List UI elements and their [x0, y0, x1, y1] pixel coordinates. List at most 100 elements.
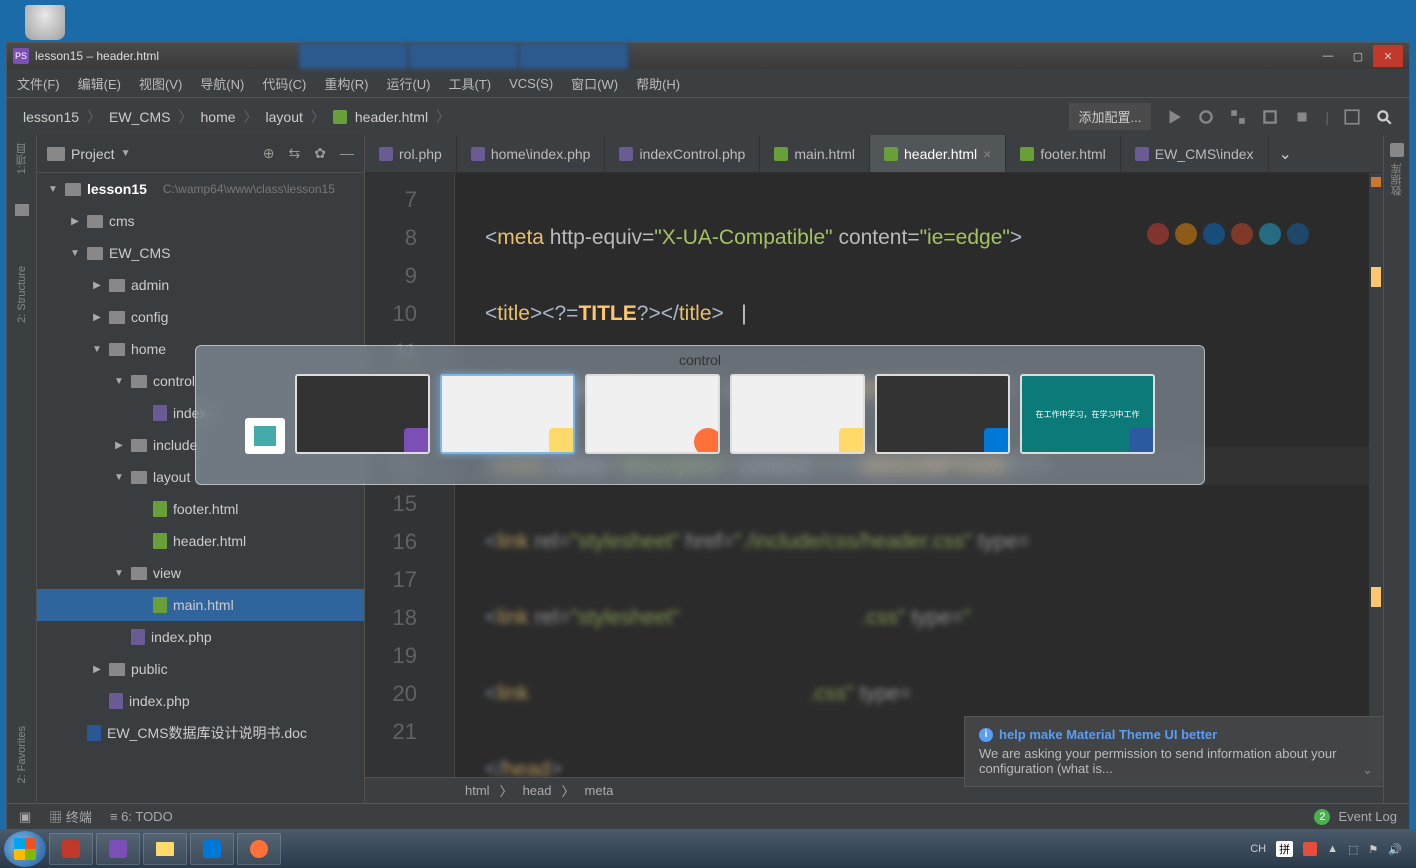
menu-window[interactable]: 窗口(W) [571, 74, 618, 93]
tabs-overflow-icon[interactable]: ⌄ [1269, 135, 1302, 172]
collapse-icon[interactable]: ⇆ [289, 145, 301, 162]
speaker-icon[interactable]: 🔊 [1388, 843, 1402, 856]
menu-help[interactable]: 帮助(H) [636, 74, 680, 93]
error-stripe[interactable] [1369, 173, 1383, 777]
status-tool-icon[interactable]: ▣ [19, 809, 31, 825]
ime-icon[interactable]: CH [1250, 843, 1266, 855]
breadcrumb-item[interactable]: layout [266, 109, 303, 125]
editor-tab[interactable]: header.html × [870, 135, 1006, 172]
menu-vcs[interactable]: VCS(S) [509, 76, 553, 91]
menu-code[interactable]: 代码(C) [262, 74, 306, 93]
alt-tab-item[interactable] [585, 374, 720, 454]
menu-refactor[interactable]: 重构(R) [324, 74, 368, 93]
dropdown-icon[interactable]: ▼ [121, 148, 131, 159]
run-icon[interactable] [1165, 108, 1183, 126]
menu-tools[interactable]: 工具(T) [448, 74, 491, 93]
breadcrumb-item[interactable]: home [201, 109, 236, 125]
folder-mini-icon[interactable] [15, 204, 29, 216]
breadcrumb-item[interactable]: header.html [355, 109, 428, 125]
tree-item-label: footer.html [173, 501, 238, 517]
task-item[interactable] [143, 833, 187, 865]
profiler-icon[interactable] [1261, 108, 1279, 126]
target-icon[interactable]: ⊕ [263, 145, 275, 162]
editor-tab[interactable]: home\index.php [457, 135, 606, 172]
file-icon [109, 693, 123, 709]
layout-icon[interactable] [1343, 108, 1361, 126]
run-config-button[interactable]: 添加配置... [1069, 103, 1152, 130]
tree-root[interactable]: lesson15 [87, 181, 147, 197]
tree-item[interactable]: index.php [37, 685, 364, 717]
editor-tabs: rol.phphome\index.phpindexControl.phpmai… [365, 135, 1383, 173]
alt-tab-item[interactable]: 在工作中学习，在学习中工作 [1020, 374, 1155, 454]
tree-item[interactable]: ▶admin [37, 269, 364, 301]
system-tray[interactable]: CH 拼 ▲ ⬚ ⚑ 🔊 [1250, 841, 1412, 857]
task-item[interactable] [49, 833, 93, 865]
stop-icon[interactable] [1293, 108, 1311, 126]
code-breadcrumb-item[interactable]: meta [585, 783, 614, 798]
tree-item[interactable]: ▶config [37, 301, 364, 333]
search-icon[interactable] [1375, 108, 1393, 126]
minimize-button[interactable]: — [1313, 45, 1343, 67]
alt-tab-item[interactable] [730, 374, 865, 454]
tree-item[interactable]: ▶cms [37, 205, 364, 237]
task-item[interactable] [237, 833, 281, 865]
close-icon[interactable]: × [983, 146, 991, 162]
alt-tab-item[interactable] [295, 374, 430, 454]
tree-item[interactable]: footer.html [37, 493, 364, 525]
tree-item[interactable]: main.html [37, 589, 364, 621]
todo-tab[interactable]: ≡ 6: TODO [110, 809, 173, 824]
tree-item[interactable]: EW_CMS数据库设计说明书.doc [37, 717, 364, 749]
chevron-down-icon[interactable]: ⌄ [1362, 762, 1373, 778]
code-breadcrumb-item[interactable]: html [465, 783, 490, 798]
sidebar-database-tab[interactable]: 数据库 [1389, 163, 1405, 196]
browser-preview-icons[interactable] [1147, 223, 1309, 245]
sogou-icon[interactable] [1303, 842, 1317, 856]
tree-item[interactable]: ▶public [37, 653, 364, 685]
menu-file[interactable]: 文件(F) [17, 74, 60, 93]
code-breadcrumb-item[interactable]: head [523, 783, 552, 798]
breadcrumb-item[interactable]: lesson15 [23, 109, 79, 125]
network-icon[interactable]: ⬚ [1348, 843, 1358, 856]
debug-icon[interactable] [1197, 108, 1215, 126]
close-button[interactable]: ✕ [1373, 45, 1403, 67]
tree-item[interactable]: ▼EW_CMS [37, 237, 364, 269]
hide-icon[interactable]: — [340, 145, 354, 162]
start-button[interactable] [4, 831, 46, 867]
menu-run[interactable]: 运行(U) [386, 74, 430, 93]
maximize-button[interactable]: ▢ [1343, 45, 1373, 67]
project-tree[interactable]: ▼lesson15 C:\wamp64\www\class\lesson15 ▶… [37, 173, 364, 803]
task-item[interactable] [96, 833, 140, 865]
editor-tab[interactable]: main.html [760, 135, 870, 172]
tree-item-label: admin [131, 277, 169, 293]
alt-tab-item-selected[interactable] [440, 374, 575, 454]
notification-popup[interactable]: ihelp make Material Theme UI better We a… [964, 716, 1384, 787]
editor-tab[interactable]: rol.php [365, 135, 457, 172]
sidebar-project-tab[interactable]: 1:项目 [14, 143, 30, 174]
sidebar-favorites-tab[interactable]: 2: Favorites [16, 726, 28, 783]
task-item[interactable] [190, 833, 234, 865]
breadcrumb-item[interactable]: EW_CMS [109, 109, 170, 125]
alt-tab-item[interactable] [245, 418, 285, 454]
tree-item[interactable]: ▼view [37, 557, 364, 589]
menu-navigate[interactable]: 导航(N) [200, 74, 244, 93]
event-log-tab[interactable]: Event Log [1338, 809, 1397, 824]
alt-tab-switcher[interactable]: control 在工作中学习，在学习中工作 [195, 345, 1205, 485]
action-center-icon[interactable]: ⚑ [1368, 843, 1378, 856]
tray-chevron-icon[interactable]: ▲ [1327, 843, 1338, 855]
editor-tab[interactable]: EW_CMS\index [1121, 135, 1269, 172]
menu-view[interactable]: 视图(V) [139, 74, 182, 93]
coverage-icon[interactable] [1229, 108, 1247, 126]
editor-tab[interactable]: indexControl.php [605, 135, 760, 172]
tab-label: header.html [904, 146, 977, 162]
terminal-tab[interactable]: ▦ 终端 [49, 807, 92, 826]
gear-icon[interactable]: ✿ [314, 145, 326, 162]
editor-tab[interactable]: footer.html [1006, 135, 1120, 172]
sidebar-structure-tab[interactable]: 2: Structure [16, 266, 28, 323]
database-icon[interactable] [1390, 143, 1404, 157]
tree-item[interactable]: index.php [37, 621, 364, 653]
ime-mode-icon[interactable]: 拼 [1276, 841, 1293, 857]
recycle-bin-icon[interactable] [25, 5, 65, 40]
menu-edit[interactable]: 编辑(E) [78, 74, 121, 93]
alt-tab-item[interactable] [875, 374, 1010, 454]
tree-item[interactable]: header.html [37, 525, 364, 557]
